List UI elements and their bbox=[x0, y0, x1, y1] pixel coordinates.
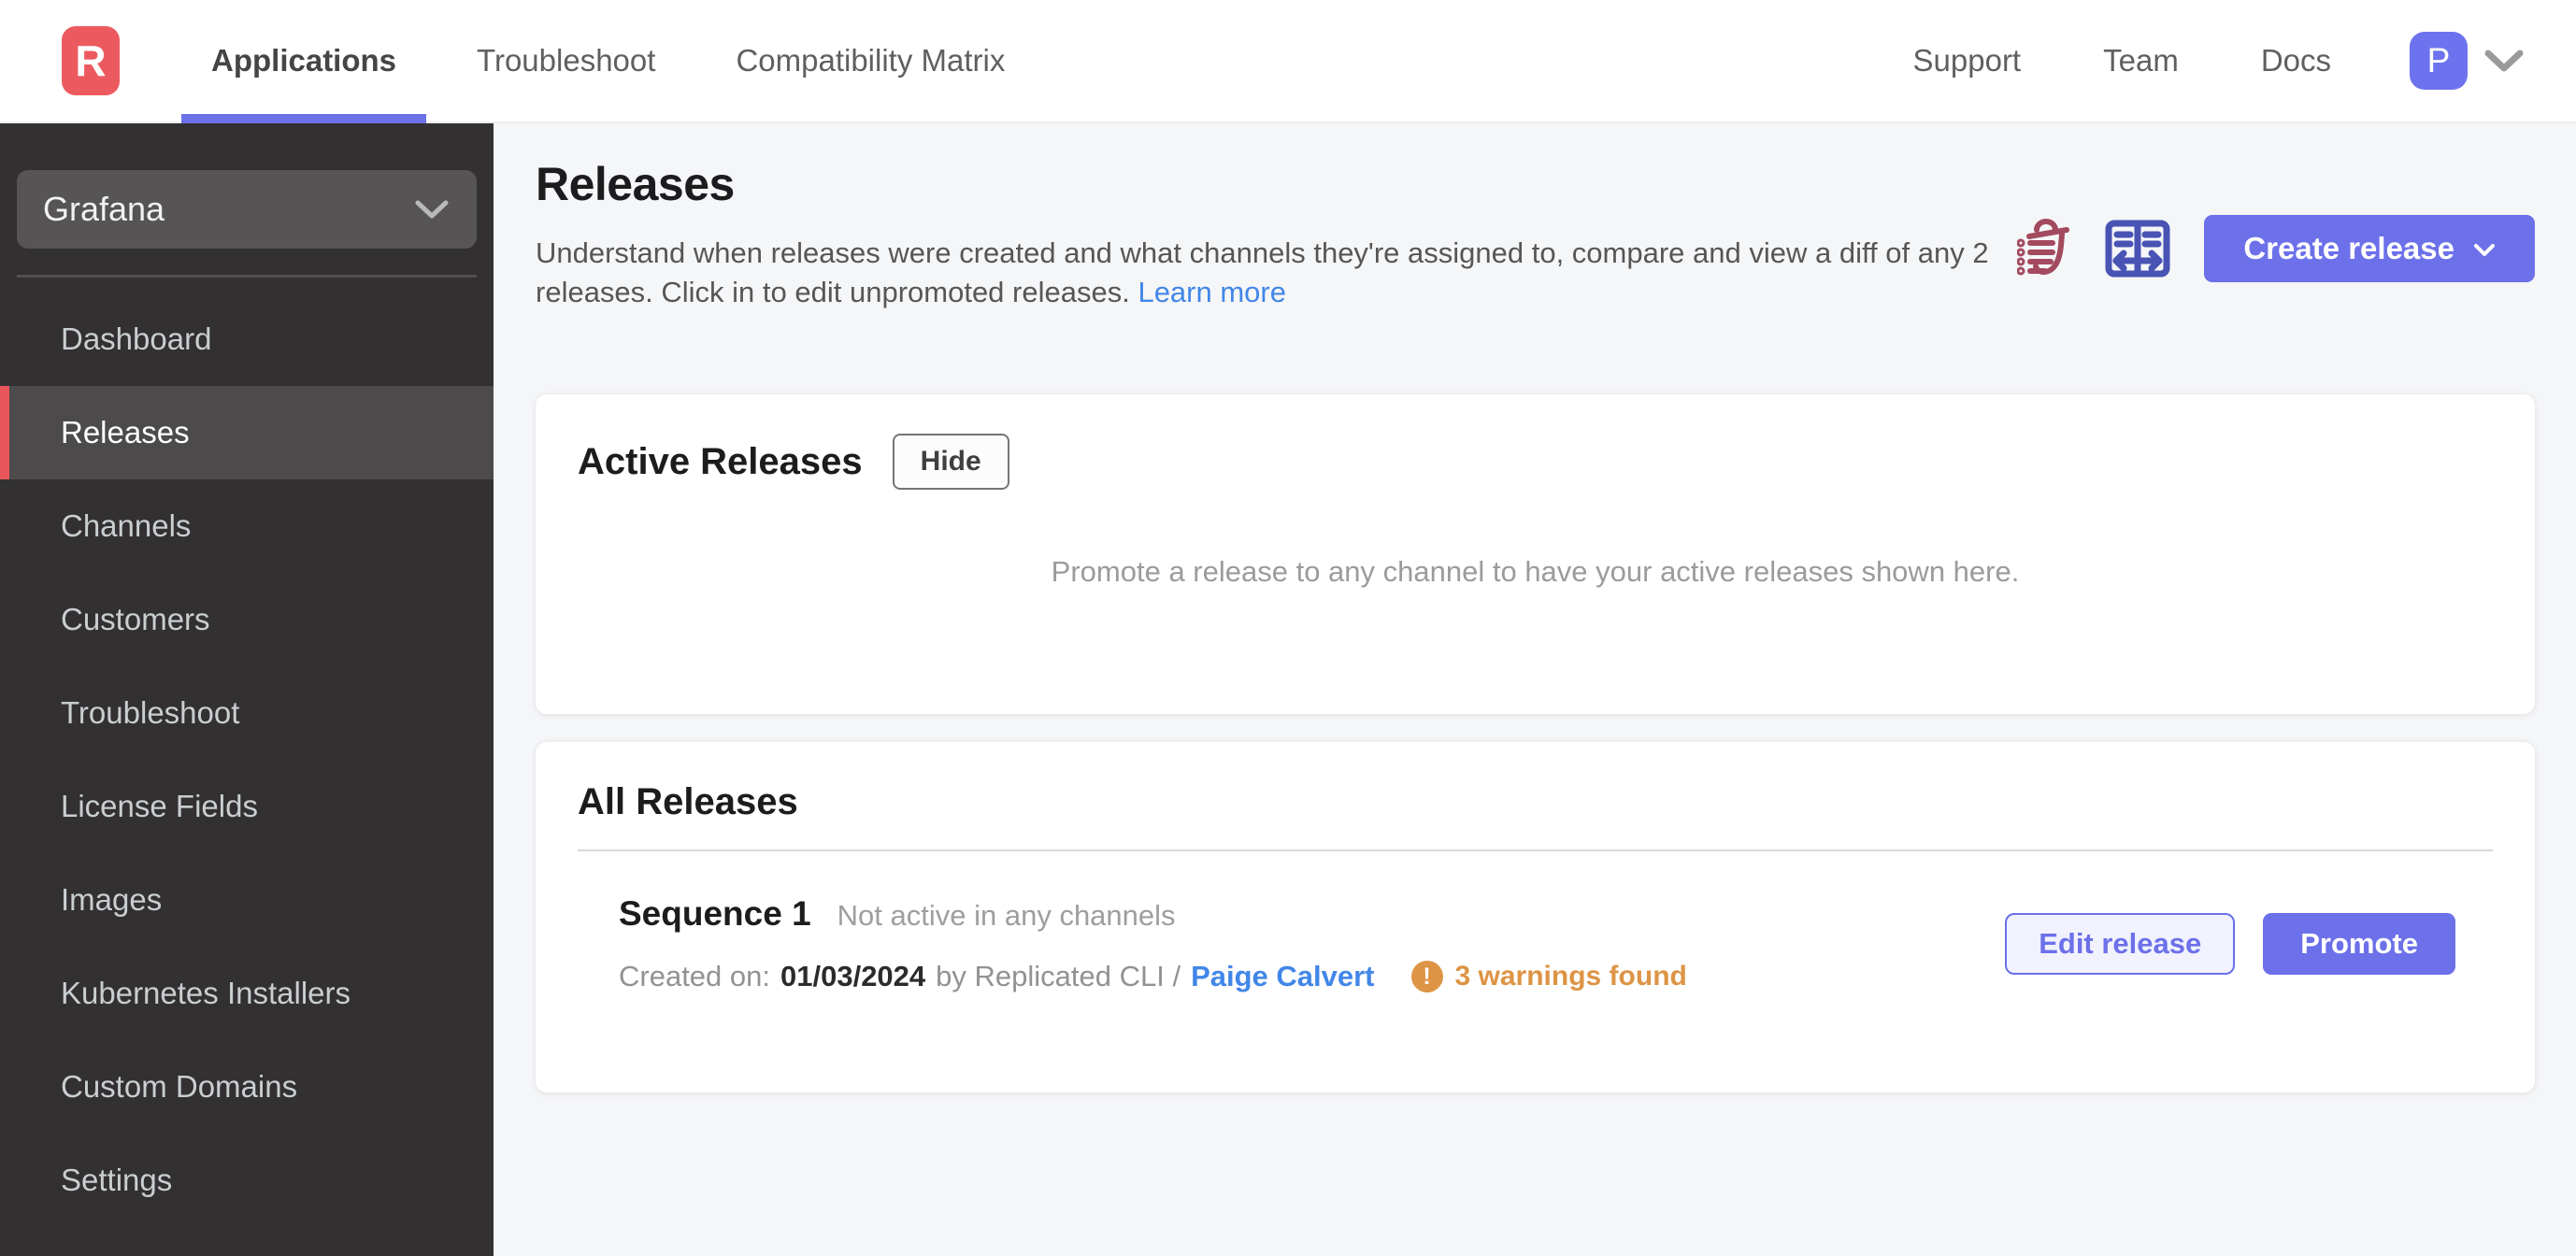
sidebar-nav: Dashboard Releases Channels Customers Tr… bbox=[0, 293, 494, 1227]
app-selector[interactable]: Grafana bbox=[17, 170, 477, 249]
nav-team[interactable]: Team bbox=[2062, 43, 2220, 78]
sidebar-item-customers[interactable]: Customers bbox=[0, 573, 494, 666]
active-releases-header: Active Releases Hide bbox=[578, 434, 2493, 490]
created-prefix: Created on: bbox=[619, 960, 770, 992]
page-description: Understand when releases were created an… bbox=[536, 234, 1994, 312]
sidebar-item-troubleshoot[interactable]: Troubleshoot bbox=[0, 666, 494, 760]
sidebar-item-dashboard[interactable]: Dashboard bbox=[0, 293, 494, 386]
active-releases-card: Active Releases Hide Promote a release t… bbox=[536, 394, 2535, 714]
all-releases-card: All Releases Sequence 1 Not active in an… bbox=[536, 742, 2535, 1092]
sidebar-divider bbox=[17, 275, 477, 278]
diff-releases-icon[interactable] bbox=[2105, 220, 2170, 278]
promote-button[interactable]: Promote bbox=[2263, 913, 2455, 975]
release-row[interactable]: Sequence 1 Not active in any channels Cr… bbox=[578, 894, 2493, 993]
nav-team-label: Team bbox=[2103, 43, 2179, 78]
tab-applications[interactable]: Applications bbox=[181, 0, 427, 123]
sidebar-item-images[interactable]: Images bbox=[0, 853, 494, 947]
active-releases-title: Active Releases bbox=[578, 440, 863, 482]
sidebar-item-custom-domains[interactable]: Custom Domains bbox=[0, 1040, 494, 1134]
release-name-line: Sequence 1 Not active in any channels bbox=[619, 894, 1697, 934]
active-releases-empty-message: Promote a release to any channel to have… bbox=[1051, 555, 2020, 588]
release-name: Sequence 1 bbox=[619, 894, 811, 933]
delete-releases-icon[interactable] bbox=[2017, 218, 2071, 279]
edit-release-button[interactable]: Edit release bbox=[2005, 913, 2236, 975]
warning-text: 3 warnings found bbox=[1454, 961, 1687, 992]
topbar-right: Support Team Docs P bbox=[1872, 32, 2524, 90]
tab-troubleshoot-label: Troubleshoot bbox=[477, 43, 656, 78]
chevron-down-icon bbox=[415, 199, 449, 220]
page-header-text: Releases Understand when releases were c… bbox=[536, 157, 1994, 312]
tab-compatibility-matrix[interactable]: Compatibility Matrix bbox=[706, 0, 1035, 121]
release-actions: Edit release Promote bbox=[2005, 913, 2455, 975]
release-info: Sequence 1 Not active in any channels Cr… bbox=[619, 894, 1697, 993]
hide-button[interactable]: Hide bbox=[892, 434, 1009, 490]
all-releases-title: All Releases bbox=[578, 781, 798, 822]
nav-docs[interactable]: Docs bbox=[2220, 43, 2372, 78]
sidebar-item-license-fields[interactable]: License Fields bbox=[0, 760, 494, 853]
tab-compatibility-matrix-label: Compatibility Matrix bbox=[736, 43, 1006, 78]
nav-support[interactable]: Support bbox=[1872, 43, 2063, 78]
created-via: by Replicated CLI / bbox=[936, 960, 1181, 992]
warning-icon: ! bbox=[1410, 961, 1443, 992]
release-status: Not active in any channels bbox=[837, 899, 1176, 932]
sidebar-item-channels[interactable]: Channels bbox=[0, 479, 494, 573]
main-content: Releases Understand when releases were c… bbox=[494, 123, 2576, 1256]
nav-support-label: Support bbox=[1912, 43, 2022, 78]
account-menu-chevron-icon[interactable] bbox=[2484, 49, 2524, 73]
sidebar: Grafana Dashboard Releases Channels Cust… bbox=[0, 123, 494, 1256]
replicated-logo[interactable]: R bbox=[62, 26, 120, 95]
page-header: Releases Understand when releases were c… bbox=[536, 157, 2535, 312]
nav-docs-label: Docs bbox=[2260, 43, 2331, 78]
create-release-chevron-icon bbox=[2473, 243, 2496, 258]
created-date: 01/03/2024 bbox=[780, 960, 926, 992]
release-warnings[interactable]: ! 3 warnings found bbox=[1410, 961, 1687, 992]
page-title: Releases bbox=[536, 158, 735, 210]
primary-nav: Applications Troubleshoot Compatibility … bbox=[181, 0, 1055, 123]
page-actions: Create release bbox=[2017, 215, 2535, 282]
topbar: R Applications Troubleshoot Compatibilit… bbox=[0, 0, 2576, 123]
created-author-link[interactable]: Paige Calvert bbox=[1191, 960, 1374, 993]
release-created-line: Created on: 01/03/2024 by Replicated CLI… bbox=[619, 960, 1697, 993]
avatar[interactable]: P bbox=[2410, 32, 2468, 90]
app-selector-label: Grafana bbox=[43, 190, 165, 228]
active-tab-underline bbox=[181, 114, 427, 123]
learn-more-link[interactable]: Learn more bbox=[1138, 276, 1286, 308]
create-release-label: Create release bbox=[2243, 231, 2454, 265]
sidebar-item-settings[interactable]: Settings bbox=[0, 1134, 494, 1227]
sidebar-item-releases[interactable]: Releases bbox=[0, 386, 494, 479]
sidebar-item-kubernetes-installers[interactable]: Kubernetes Installers bbox=[0, 947, 494, 1040]
create-release-button[interactable]: Create release bbox=[2204, 215, 2535, 282]
all-releases-divider bbox=[578, 849, 2493, 851]
tab-troubleshoot[interactable]: Troubleshoot bbox=[447, 0, 685, 121]
tab-applications-label: Applications bbox=[211, 43, 397, 78]
